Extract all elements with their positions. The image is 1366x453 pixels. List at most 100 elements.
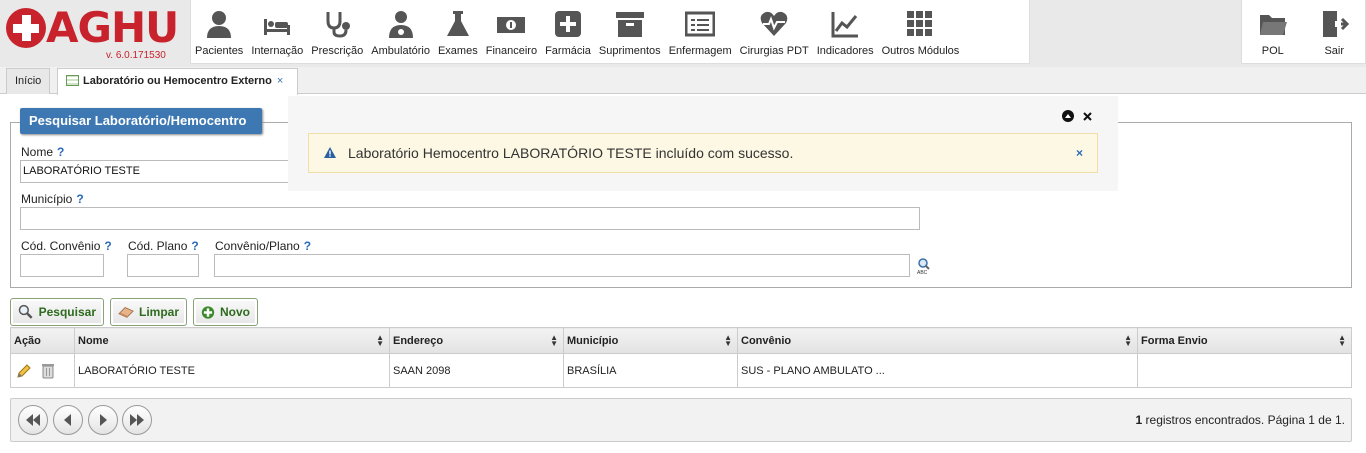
tab-inicio[interactable]: Início — [6, 68, 50, 94]
red-cross-icon — [6, 8, 46, 48]
acao-cell — [10, 353, 75, 388]
convenio-plano-input[interactable] — [214, 254, 910, 277]
collapse-up-icon[interactable] — [1062, 110, 1074, 122]
next-page-icon — [100, 414, 107, 426]
pager: 1 registros encontrados. Página 1 de 1. — [10, 398, 1352, 442]
col-nome[interactable]: Nome ▲ ▼ — [74, 327, 390, 354]
module-exames[interactable]: Exames — [434, 0, 482, 64]
add-icon — [201, 305, 215, 319]
last-page-icon — [130, 414, 144, 426]
module-pacientes[interactable]: Pacientes — [191, 0, 247, 64]
module-label: POL — [1261, 45, 1284, 57]
module-outros-modulos[interactable]: Outros Módulos — [878, 0, 964, 64]
sort-icon[interactable]: ▲ ▼ — [376, 334, 384, 348]
convenio-plano-label: Convênio/Plano? — [215, 239, 312, 253]
prev-page-button[interactable] — [53, 405, 83, 435]
module-label: Internação — [251, 45, 304, 57]
module-label: Ambulatório — [371, 45, 430, 57]
municipio-input[interactable] — [20, 207, 920, 230]
sort-icon[interactable]: ▲ ▼ — [724, 334, 732, 348]
help-icon[interactable]: ? — [57, 145, 64, 159]
help-icon[interactable]: ? — [191, 239, 198, 253]
success-message: Laboratório Hemocentro LABORATÓRIO TESTE… — [308, 133, 1098, 173]
limpar-button[interactable]: Limpar — [110, 298, 187, 326]
module-label: Farmácia — [545, 45, 591, 57]
module-enfermagem[interactable]: Enfermagem — [665, 0, 736, 64]
nome-input[interactable]: LABORATÓRIO TESTE — [20, 160, 290, 183]
first-page-icon — [26, 414, 40, 426]
right-modules: POL Sair — [1241, 0, 1366, 64]
col-forma-envio[interactable]: Forma Envio ▲ ▼ — [1137, 327, 1352, 354]
results-table: Ação Nome ▲ ▼ Endereço ▲ ▼ Município ▲ ▼ Convê… — [10, 327, 1352, 388]
municipio-cell: BRASÍLIA — [563, 353, 738, 388]
module-label: Suprimentos — [598, 45, 661, 57]
delete-trash-icon[interactable] — [42, 363, 54, 379]
module-label: Cirurgias PDT — [739, 45, 809, 57]
module-farmacia[interactable]: Farmácia — [541, 0, 595, 64]
list-icon — [685, 11, 716, 37]
tab-laboratorio-hemocentro[interactable]: Laboratório ou Hemocentro Externo × — [57, 68, 298, 95]
money-icon — [497, 17, 526, 33]
module-pol[interactable]: POL — [1246, 0, 1300, 64]
module-label: Prescrição — [311, 45, 364, 57]
close-icon[interactable] — [1083, 111, 1092, 121]
svg-text:ABC: ABC — [917, 270, 928, 274]
prev-page-icon — [64, 414, 71, 426]
records-text: registros encontrados. Página 1 de 1. — [1142, 413, 1345, 427]
module-cirurgias-pdt[interactable]: Cirurgias PDT — [736, 0, 813, 64]
table-icon — [66, 75, 79, 86]
nome-cell: LABORATÓRIO TESTE — [74, 353, 390, 388]
notification-controls — [1062, 110, 1092, 122]
nome-label: Nome? — [21, 145, 65, 159]
app-name: AGHU — [46, 3, 179, 52]
tab-bar: Início Laboratório ou Hemocentro Externo… — [0, 67, 1366, 95]
module-financeiro[interactable]: Financeiro — [482, 0, 541, 64]
chart-icon — [831, 12, 859, 38]
cod-convenio-input[interactable] — [20, 254, 104, 277]
doctor-icon — [388, 11, 413, 38]
message-text: Laboratório Hemocentro LABORATÓRIO TESTE… — [348, 145, 794, 161]
aghu-logo[interactable]: AGHU v. 6.0.171530 — [6, 3, 179, 62]
col-endereco[interactable]: Endereço ▲ ▼ — [389, 327, 564, 354]
help-icon[interactable]: ? — [76, 192, 83, 206]
first-page-button[interactable] — [18, 405, 48, 435]
person-icon — [207, 11, 232, 38]
table-row[interactable]: LABORATÓRIO TESTE SAAN 2098 BRASÍLIA SUS… — [10, 353, 1352, 388]
table-header-row: Ação Nome ▲ ▼ Endereço ▲ ▼ Município ▲ ▼ Convê… — [10, 327, 1352, 354]
module-ambulatorio[interactable]: Ambulatório — [367, 0, 434, 64]
module-label: Enfermagem — [668, 45, 732, 57]
message-close-icon[interactable]: × — [1076, 146, 1083, 160]
col-convenio[interactable]: Convênio ▲ ▼ — [737, 327, 1138, 354]
municipio-label: Município? — [21, 192, 84, 206]
flask-icon — [446, 11, 469, 36]
modules-menu: Pacientes Internação Prescrição Ambulató… — [190, 0, 1030, 64]
help-icon[interactable]: ? — [304, 239, 311, 253]
cod-plano-input[interactable] — [127, 254, 199, 277]
next-page-button[interactable] — [88, 405, 118, 435]
module-internacao[interactable]: Internação — [247, 0, 307, 64]
stethoscope-icon — [326, 12, 351, 38]
novo-button[interactable]: Novo — [193, 298, 258, 326]
close-tab-icon[interactable]: × — [277, 75, 283, 87]
col-municipio[interactable]: Município ▲ ▼ — [563, 327, 738, 354]
exit-icon — [1323, 11, 1350, 37]
edit-pencil-icon[interactable] — [16, 363, 32, 379]
module-label: Exames — [437, 45, 478, 57]
module-label: Pacientes — [195, 45, 244, 57]
tab-label: Laboratório ou Hemocentro Externo — [83, 75, 272, 87]
sort-icon[interactable]: ▲ ▼ — [1338, 334, 1346, 348]
search-abc-icon[interactable]: ABC — [917, 258, 933, 274]
module-label: Outros Módulos — [881, 45, 960, 57]
search-form-title: Pesquisar Laboratório/Hemocentro — [20, 108, 262, 134]
module-sair[interactable]: Sair — [1307, 0, 1361, 64]
convenio-cell: SUS - PLANO AMBULATO ... — [737, 353, 1138, 388]
module-suprimentos[interactable]: Suprimentos — [595, 0, 665, 64]
pesquisar-button[interactable]: Pesquisar — [10, 298, 104, 326]
last-page-button[interactable] — [122, 405, 152, 435]
module-prescricao[interactable]: Prescrição — [307, 0, 367, 64]
sort-icon[interactable]: ▲ ▼ — [1124, 334, 1132, 348]
module-indicadores[interactable]: Indicadores — [813, 0, 878, 64]
help-icon[interactable]: ? — [104, 239, 111, 253]
module-label: Indicadores — [816, 45, 874, 57]
sort-icon[interactable]: ▲ ▼ — [550, 334, 558, 348]
